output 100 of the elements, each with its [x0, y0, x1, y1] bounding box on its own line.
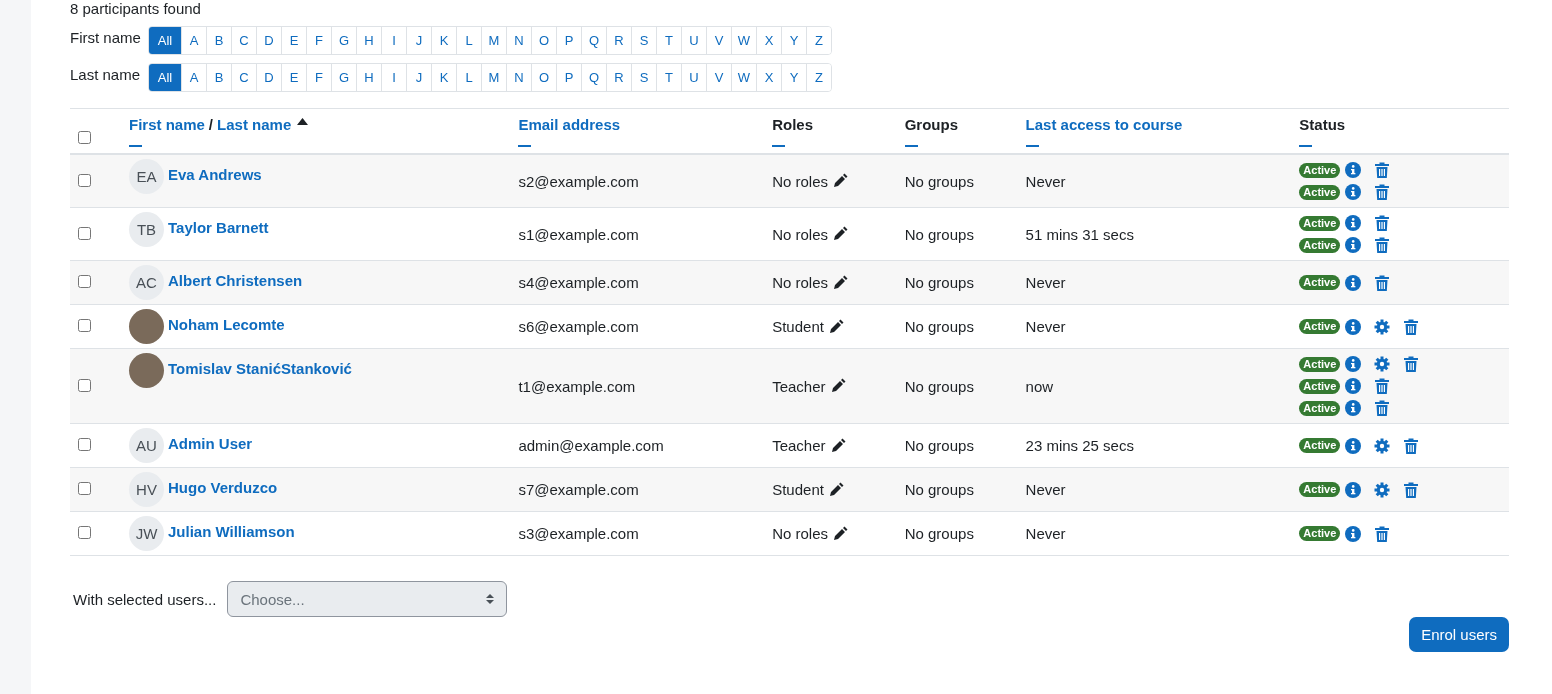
email-cell: s3@example.com [518, 511, 773, 556]
email-cell: s7@example.com [518, 467, 773, 512]
pencil-icon[interactable] [827, 318, 844, 335]
last-access-cell: Never [1025, 260, 1300, 305]
status-badge: Active [1299, 438, 1341, 453]
info-icon[interactable] [1345, 481, 1362, 498]
user-initials-avatar: EA [129, 159, 164, 194]
trash-icon[interactable] [1374, 162, 1391, 178]
row-checkbox[interactable] [78, 173, 91, 187]
row-checkbox[interactable] [78, 526, 91, 539]
email-cell: t1@example.com [518, 348, 773, 424]
user-name-link[interactable]: Tomislav StanićStanković [168, 360, 352, 377]
column-sort-link[interactable]: Email address [518, 116, 621, 133]
status-badge: Active [1299, 215, 1341, 231]
row-checkbox[interactable] [78, 319, 91, 332]
groups-cell: No groups [904, 467, 1026, 512]
user-name-link[interactable]: Noham Lecomte [168, 316, 285, 333]
roles-cell: Student [772, 318, 824, 335]
info-icon[interactable] [1345, 400, 1362, 416]
info-icon[interactable] [1345, 437, 1362, 454]
roles-cell: No roles [772, 225, 829, 243]
email-cell: s1@example.com [518, 207, 773, 261]
pencil-icon[interactable] [829, 378, 846, 394]
info-icon[interactable] [1345, 525, 1362, 542]
trash-icon[interactable] [1374, 400, 1391, 416]
user-name-link[interactable]: Admin User [168, 435, 253, 452]
info-icon[interactable] [1345, 215, 1362, 231]
trash-icon[interactable] [1403, 356, 1420, 372]
user-name-link[interactable]: Taylor Barnett [168, 219, 269, 236]
pencil-icon[interactable] [832, 173, 849, 189]
roles-cell: Teacher [772, 377, 826, 395]
trash-icon[interactable] [1374, 378, 1391, 394]
user-name-link[interactable]: Eva Andrews [168, 166, 262, 183]
enrol-users-button[interactable]: Enrol users [1409, 617, 1509, 652]
last-access-cell: 51 mins 31 secs [1025, 207, 1300, 261]
column-header: Roles [772, 116, 814, 133]
row-checkbox[interactable] [78, 226, 91, 240]
trash-icon[interactable] [1403, 481, 1420, 498]
user-initials-avatar: HV [129, 472, 164, 507]
user-name-link[interactable]: Albert Christensen [168, 272, 303, 289]
last-access-cell: now [1025, 348, 1300, 424]
settings-icon[interactable] [1374, 437, 1391, 454]
info-icon[interactable] [1345, 237, 1362, 253]
row-checkbox[interactable] [78, 378, 91, 392]
settings-icon[interactable] [1374, 318, 1391, 335]
initial-filter-link[interactable]: All [149, 27, 181, 54]
trash-icon[interactable] [1403, 437, 1420, 454]
pencil-icon[interactable] [832, 226, 849, 242]
info-icon[interactable] [1345, 356, 1362, 372]
trash-icon[interactable] [1374, 274, 1391, 291]
column-sort-link[interactable]: Last name [217, 116, 292, 133]
trash-icon[interactable] [1374, 525, 1391, 542]
pencil-icon[interactable] [829, 437, 846, 454]
trash-icon[interactable] [1374, 237, 1391, 253]
filter-label: First name [70, 29, 142, 46]
groups-cell: No groups [904, 304, 1026, 349]
email-cell: s2@example.com [518, 154, 773, 208]
initial-filter-link[interactable]: Z [806, 64, 831, 91]
initial-filter-link[interactable]: Z [806, 27, 831, 54]
roles-cell: No roles [772, 172, 829, 190]
settings-icon[interactable] [1374, 481, 1391, 498]
pencil-icon[interactable] [832, 274, 849, 291]
groups-cell: No groups [904, 207, 1026, 261]
column-header: Groups [904, 116, 958, 133]
user-name-link[interactable]: Hugo Verduzco [168, 479, 278, 496]
groups-cell: No groups [904, 348, 1026, 424]
roles-cell: Student [772, 481, 824, 498]
user-initials-avatar: JW [129, 516, 164, 551]
sort-up-icon [297, 118, 309, 125]
settings-icon[interactable] [1374, 356, 1391, 372]
row-checkbox[interactable] [78, 438, 91, 451]
info-icon[interactable] [1345, 184, 1362, 200]
user-initials-avatar: AC [129, 265, 164, 300]
column-sort-link[interactable]: First name [129, 116, 205, 133]
select-all-checkbox[interactable] [78, 131, 91, 144]
slash-separator: / [208, 116, 214, 133]
trash-icon[interactable] [1374, 184, 1391, 200]
pencil-icon[interactable] [832, 525, 849, 542]
info-icon[interactable] [1345, 378, 1362, 394]
info-icon[interactable] [1345, 318, 1362, 335]
status-badge: Active [1299, 237, 1341, 253]
initial-filter-link[interactable]: All [149, 64, 181, 91]
pencil-icon[interactable] [827, 481, 844, 498]
groups-cell: No groups [904, 511, 1026, 556]
email-cell: s4@example.com [518, 260, 773, 305]
user-initials-avatar: AU [129, 428, 164, 463]
bulk-action-select[interactable]: Choose... [227, 581, 508, 617]
trash-icon[interactable] [1374, 215, 1391, 231]
user-initials-avatar: TB [129, 212, 164, 247]
row-checkbox[interactable] [78, 275, 91, 288]
column-sort-link[interactable]: Last access to course [1025, 116, 1183, 133]
user-name-link[interactable]: Julian Williamson [168, 523, 295, 540]
row-checkbox[interactable] [78, 482, 91, 495]
info-icon[interactable] [1345, 274, 1362, 291]
trash-icon[interactable] [1403, 318, 1420, 335]
filter-label: Last name [70, 66, 142, 83]
roles-cell: No roles [772, 525, 829, 542]
info-icon[interactable] [1345, 162, 1362, 178]
status-badge: Active [1299, 162, 1341, 178]
last-access-cell: Never [1025, 154, 1300, 208]
